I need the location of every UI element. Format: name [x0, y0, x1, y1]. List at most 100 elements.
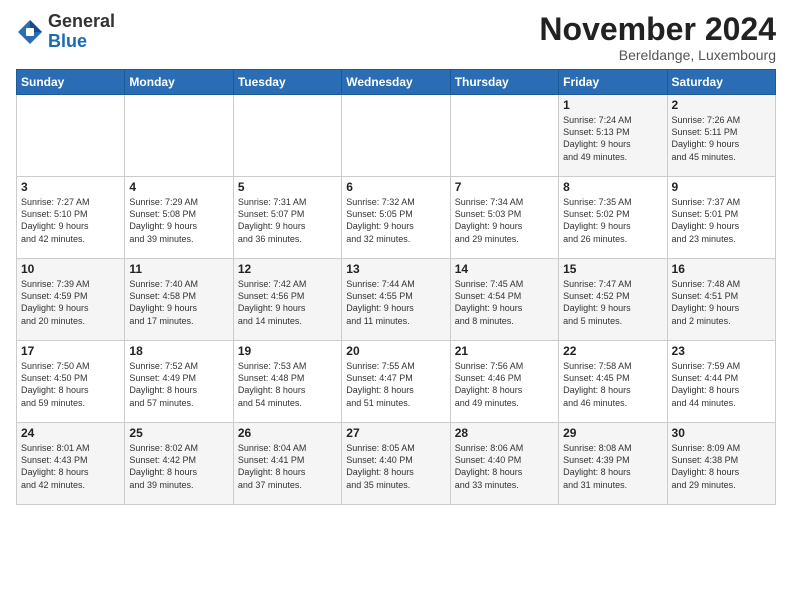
day-number: 5 — [238, 180, 337, 194]
day-number: 16 — [672, 262, 771, 276]
calendar-table: Sunday Monday Tuesday Wednesday Thursday… — [16, 69, 776, 505]
calendar-cell: 22 Sunrise: 7:58 AM Sunset: 4:45 PM Dayli… — [559, 341, 667, 423]
th-monday: Monday — [125, 70, 233, 95]
calendar-cell: 19 Sunrise: 7:53 AM Sunset: 4:48 PM Dayli… — [233, 341, 341, 423]
th-thursday: Thursday — [450, 70, 558, 95]
day-number: 25 — [129, 426, 228, 440]
calendar-cell: 13 Sunrise: 7:44 AM Sunset: 4:55 PM Dayli… — [342, 259, 450, 341]
day-info: Sunrise: 7:26 AM Sunset: 5:11 PM Dayligh… — [672, 114, 771, 163]
calendar-cell: 28 Sunrise: 8:06 AM Sunset: 4:40 PM Dayli… — [450, 423, 558, 505]
logo-icon — [16, 18, 44, 46]
day-number: 11 — [129, 262, 228, 276]
calendar-cell: 17 Sunrise: 7:50 AM Sunset: 4:50 PM Dayli… — [17, 341, 125, 423]
location: Bereldange, Luxembourg — [539, 47, 776, 63]
page: General Blue November 2024 Bereldange, L… — [0, 0, 792, 612]
day-number: 1 — [563, 98, 662, 112]
th-saturday: Saturday — [667, 70, 775, 95]
calendar-week-4: 24 Sunrise: 8:01 AM Sunset: 4:43 PM Dayli… — [17, 423, 776, 505]
calendar-cell: 30 Sunrise: 8:09 AM Sunset: 4:38 PM Dayli… — [667, 423, 775, 505]
calendar-cell: 3Sunrise: 7:27 AM Sunset: 5:10 PM Daylig… — [17, 177, 125, 259]
calendar-cell: 16Sunrise: 7:48 AM Sunset: 4:51 PM Dayli… — [667, 259, 775, 341]
day-info: Sunrise: 8:05 AM Sunset: 4:40 PM Dayligh… — [346, 442, 445, 491]
month-title: November 2024 — [539, 12, 776, 47]
day-number: 18 — [129, 344, 228, 358]
day-info: Sunrise: 8:09 AM Sunset: 4:38 PM Dayligh… — [672, 442, 771, 491]
day-number: 2 — [672, 98, 771, 112]
day-number: 28 — [455, 426, 554, 440]
day-info: Sunrise: 7:59 AM Sunset: 4:44 PM Dayligh… — [672, 360, 771, 409]
day-info: Sunrise: 7:32 AM Sunset: 5:05 PM Dayligh… — [346, 196, 445, 245]
calendar-cell: 7Sunrise: 7:34 AM Sunset: 5:03 PM Daylig… — [450, 177, 558, 259]
calendar-cell: 18 Sunrise: 7:52 AM Sunset: 4:49 PM Dayli… — [125, 341, 233, 423]
day-number: 22 — [563, 344, 662, 358]
day-number: 8 — [563, 180, 662, 194]
calendar-cell: 27 Sunrise: 8:05 AM Sunset: 4:40 PM Dayli… — [342, 423, 450, 505]
day-number: 29 — [563, 426, 662, 440]
day-info: Sunrise: 7:42 AM Sunset: 4:56 PM Dayligh… — [238, 278, 337, 327]
day-info: Sunrise: 7:52 AM Sunset: 4:49 PM Dayligh… — [129, 360, 228, 409]
day-info: Sunrise: 7:34 AM Sunset: 5:03 PM Dayligh… — [455, 196, 554, 245]
day-info: Sunrise: 7:53 AM Sunset: 4:48 PM Dayligh… — [238, 360, 337, 409]
calendar-cell — [233, 95, 341, 177]
calendar-cell: 6 Sunrise: 7:32 AM Sunset: 5:05 PM Daylig… — [342, 177, 450, 259]
calendar-cell: 5 Sunrise: 7:31 AM Sunset: 5:07 PM Daylig… — [233, 177, 341, 259]
day-number: 27 — [346, 426, 445, 440]
title-block: November 2024 Bereldange, Luxembourg — [539, 12, 776, 63]
calendar-week-1: 3Sunrise: 7:27 AM Sunset: 5:10 PM Daylig… — [17, 177, 776, 259]
day-info: Sunrise: 7:55 AM Sunset: 4:47 PM Dayligh… — [346, 360, 445, 409]
calendar-week-3: 17 Sunrise: 7:50 AM Sunset: 4:50 PM Dayli… — [17, 341, 776, 423]
day-number: 17 — [21, 344, 120, 358]
calendar-cell: 11 Sunrise: 7:40 AM Sunset: 4:58 PM Dayli… — [125, 259, 233, 341]
calendar-cell — [450, 95, 558, 177]
calendar-cell: 14 Sunrise: 7:45 AM Sunset: 4:54 PM Dayli… — [450, 259, 558, 341]
day-info: Sunrise: 7:31 AM Sunset: 5:07 PM Dayligh… — [238, 196, 337, 245]
calendar-cell — [125, 95, 233, 177]
day-number: 15 — [563, 262, 662, 276]
day-number: 24 — [21, 426, 120, 440]
calendar-cell: 29Sunrise: 8:08 AM Sunset: 4:39 PM Dayli… — [559, 423, 667, 505]
day-number: 12 — [238, 262, 337, 276]
day-info: Sunrise: 7:45 AM Sunset: 4:54 PM Dayligh… — [455, 278, 554, 327]
day-number: 6 — [346, 180, 445, 194]
day-number: 14 — [455, 262, 554, 276]
day-number: 9 — [672, 180, 771, 194]
day-number: 21 — [455, 344, 554, 358]
calendar-cell — [342, 95, 450, 177]
day-number: 10 — [21, 262, 120, 276]
calendar-cell: 23Sunrise: 7:59 AM Sunset: 4:44 PM Dayli… — [667, 341, 775, 423]
day-number: 30 — [672, 426, 771, 440]
day-info: Sunrise: 7:50 AM Sunset: 4:50 PM Dayligh… — [21, 360, 120, 409]
logo-general-text: General — [48, 11, 115, 31]
calendar-cell: 21Sunrise: 7:56 AM Sunset: 4:46 PM Dayli… — [450, 341, 558, 423]
th-friday: Friday — [559, 70, 667, 95]
calendar-cell: 8 Sunrise: 7:35 AM Sunset: 5:02 PM Daylig… — [559, 177, 667, 259]
day-number: 13 — [346, 262, 445, 276]
day-info: Sunrise: 8:06 AM Sunset: 4:40 PM Dayligh… — [455, 442, 554, 491]
day-number: 3 — [21, 180, 120, 194]
calendar-cell: 2 Sunrise: 7:26 AM Sunset: 5:11 PM Daylig… — [667, 95, 775, 177]
day-info: Sunrise: 7:37 AM Sunset: 5:01 PM Dayligh… — [672, 196, 771, 245]
calendar-cell: 10 Sunrise: 7:39 AM Sunset: 4:59 PM Dayli… — [17, 259, 125, 341]
day-info: Sunrise: 8:02 AM Sunset: 4:42 PM Dayligh… — [129, 442, 228, 491]
calendar-cell: 12 Sunrise: 7:42 AM Sunset: 4:56 PM Dayli… — [233, 259, 341, 341]
logo-blue-text: Blue — [48, 31, 87, 51]
day-number: 20 — [346, 344, 445, 358]
calendar-cell: 9 Sunrise: 7:37 AM Sunset: 5:01 PM Daylig… — [667, 177, 775, 259]
calendar-cell: 20 Sunrise: 7:55 AM Sunset: 4:47 PM Dayli… — [342, 341, 450, 423]
day-info: Sunrise: 7:39 AM Sunset: 4:59 PM Dayligh… — [21, 278, 120, 327]
calendar-cell: 15 Sunrise: 7:47 AM Sunset: 4:52 PM Dayli… — [559, 259, 667, 341]
calendar-cell: 26Sunrise: 8:04 AM Sunset: 4:41 PM Dayli… — [233, 423, 341, 505]
day-info: Sunrise: 7:58 AM Sunset: 4:45 PM Dayligh… — [563, 360, 662, 409]
day-info: Sunrise: 7:47 AM Sunset: 4:52 PM Dayligh… — [563, 278, 662, 327]
calendar-week-0: 1 Sunrise: 7:24 AM Sunset: 5:13 PM Daylig… — [17, 95, 776, 177]
day-number: 19 — [238, 344, 337, 358]
day-info: Sunrise: 7:29 AM Sunset: 5:08 PM Dayligh… — [129, 196, 228, 245]
calendar-cell: 25 Sunrise: 8:02 AM Sunset: 4:42 PM Dayli… — [125, 423, 233, 505]
day-info: Sunrise: 7:44 AM Sunset: 4:55 PM Dayligh… — [346, 278, 445, 327]
day-info: Sunrise: 8:01 AM Sunset: 4:43 PM Dayligh… — [21, 442, 120, 491]
day-info: Sunrise: 7:40 AM Sunset: 4:58 PM Dayligh… — [129, 278, 228, 327]
th-wednesday: Wednesday — [342, 70, 450, 95]
day-info: Sunrise: 7:35 AM Sunset: 5:02 PM Dayligh… — [563, 196, 662, 245]
calendar-week-2: 10 Sunrise: 7:39 AM Sunset: 4:59 PM Dayli… — [17, 259, 776, 341]
day-info: Sunrise: 7:24 AM Sunset: 5:13 PM Dayligh… — [563, 114, 662, 163]
